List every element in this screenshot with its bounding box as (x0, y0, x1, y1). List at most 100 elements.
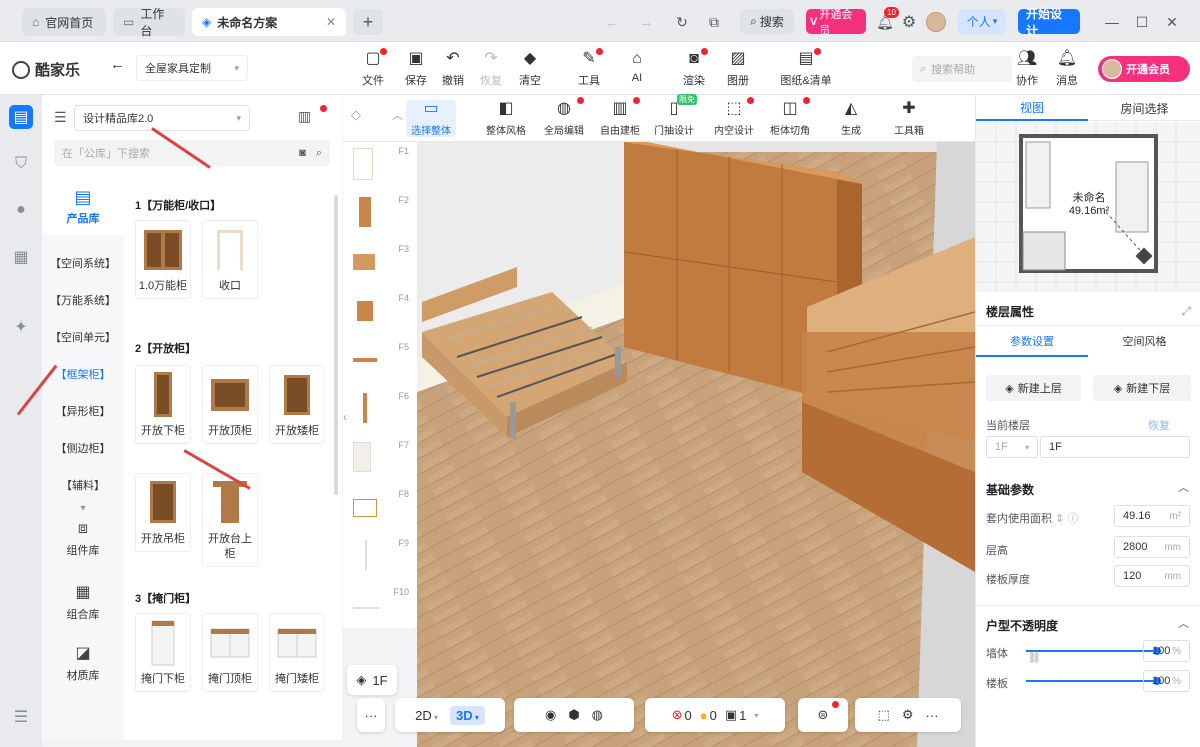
area-input[interactable]: 49.16 m² (1114, 505, 1190, 527)
tool-chamfer[interactable]: ◫ 柜体切角 (765, 97, 815, 137)
floor-thumbnail[interactable]: F5 (343, 338, 417, 387)
component-library-tab[interactable]: ⧈ 组件库 (42, 520, 124, 558)
product-card[interactable]: 开放矮柜 (269, 365, 325, 444)
tool-global-edit[interactable]: ◍ 全局编辑 (539, 97, 589, 137)
tab-params[interactable]: 参数设置 (976, 333, 1088, 357)
close-tab-icon[interactable]: ✕ (326, 15, 336, 29)
refresh-icon[interactable]: ↻ (670, 9, 694, 35)
product-card[interactable]: 开放吊柜 (135, 473, 191, 552)
toolbar-redo-button[interactable]: ↷ 恢复 (472, 50, 510, 88)
chevron-up-icon[interactable]: ︿ (1178, 615, 1189, 631)
toolbar-save-button[interactable]: ▣ 保存 (397, 50, 435, 88)
tool-toolbox[interactable]: ✚ 工具箱 (884, 100, 934, 137)
tool-style[interactable]: ◧ 整体风格 (481, 100, 531, 137)
tool-door-drawer[interactable]: ▯ 门抽设计 限免 (649, 94, 699, 137)
start-design-button[interactable]: 开始设计 (1018, 7, 1080, 38)
tab-room-select[interactable]: 房间选择 (1088, 95, 1200, 121)
minimize-icon[interactable]: — (1102, 9, 1122, 35)
expand-icon[interactable]: ⤢ (1181, 304, 1191, 319)
vip-upgrade-button[interactable]: 开通会员 (1098, 56, 1190, 82)
toolbar-eraser-button[interactable]: ◆ 清空 (511, 50, 549, 88)
wall-opacity-input[interactable]: 100% (1143, 640, 1190, 662)
product-card[interactable]: 1.0万能柜 (135, 220, 191, 299)
more-options-button[interactable]: ··· (357, 698, 385, 732)
floor-thumbnail[interactable]: F8 (343, 485, 417, 534)
product-card[interactable]: 掩门下柜 (135, 613, 191, 692)
panel-toggle-icon[interactable]: ☰ (9, 705, 33, 729)
list-view-icon[interactable]: ☰ (54, 109, 67, 126)
product-card[interactable]: 开放顶柜 (202, 365, 258, 444)
view-2d-button[interactable]: 2D ▾ (415, 708, 438, 723)
search-button[interactable]: ⌕ 搜索 (740, 9, 794, 34)
floor-thumbnail[interactable]: F1 (343, 142, 417, 191)
product-library-tab[interactable]: ▤ 产品库 (42, 175, 124, 235)
category-item[interactable]: 【异形柜】 (42, 403, 124, 419)
toolbar-ai-button[interactable]: ⌂ AI (618, 50, 656, 84)
link-icon[interactable]: ⛓ (1028, 653, 1041, 664)
copy-icon[interactable]: ⧉ (702, 9, 726, 35)
toolbar-camera-button[interactable]: ◙ 渲染 (675, 48, 713, 88)
category-item[interactable]: 【空间系统】 (42, 255, 124, 271)
eye-icon[interactable]: ◉ (545, 707, 556, 723)
grid-view-icon[interactable]: ▥ (298, 108, 311, 125)
floor-name-input[interactable]: 1F (1040, 436, 1190, 458)
maximize-icon[interactable]: ☐ (1132, 9, 1152, 35)
puzzle-icon[interactable]: ✦ (9, 315, 33, 339)
cabinet-icon[interactable]: ▦ (9, 245, 33, 269)
settings-gear-icon[interactable]: ⚙ (898, 9, 920, 35)
settings-gear-icon[interactable]: ⚙ (902, 707, 914, 723)
tool-select[interactable]: ▭ 选择整体 (406, 100, 456, 137)
snap-icon[interactable]: ⬚ (878, 707, 890, 723)
tab-space-style[interactable]: 空间风格 (1088, 333, 1200, 357)
category-item[interactable]: 【辅料】 (42, 477, 124, 493)
chevron-up-icon[interactable]: ︿ (392, 107, 403, 123)
category-item[interactable]: 【侧边柜】 (42, 440, 124, 456)
toolbar-undo-button[interactable]: ↶ 撤销 (434, 50, 472, 88)
help-search-input[interactable]: ⌕ 搜索帮助 (912, 56, 1012, 82)
forward-icon[interactable]: → (634, 9, 658, 35)
new-upper-floor-button[interactable]: ◈ 新建上层 (986, 375, 1081, 401)
compass-icon[interactable]: ◍ (592, 707, 603, 723)
floor-plan-minimap[interactable]: 未命名 49.16m² (976, 122, 1200, 292)
floor-select[interactable]: 1F ▾ (986, 436, 1038, 458)
search-icon[interactable]: ⌕ (316, 147, 322, 160)
restore-link[interactable]: 恢复 (1148, 417, 1170, 433)
scrollbar[interactable] (334, 195, 338, 495)
view-3d-button[interactable]: 3D ▾ (450, 705, 485, 725)
more-icon[interactable]: ··· (925, 708, 938, 723)
toolbar-drawing-list-button[interactable]: ▤ 图纸&清单 (778, 48, 834, 88)
window-close-icon[interactable]: ✕ (1162, 9, 1182, 35)
slab-input[interactable]: 120 mm (1114, 565, 1190, 587)
floor-thumbnail[interactable]: F10 (343, 583, 417, 632)
chevron-up-icon[interactable]: ︿ (1178, 479, 1189, 495)
tag-icon[interactable]: ◇ (351, 107, 361, 123)
floor-thumbnail[interactable]: F4 (343, 289, 417, 338)
user-icon[interactable]: ● (9, 198, 33, 222)
message-button[interactable]: 🔔︎ 消息 (1048, 50, 1086, 88)
tool-build-cabinet[interactable]: ▥ 自由建柜 (595, 97, 645, 137)
toggle-button[interactable]: ⊜ (798, 698, 848, 732)
floor-thumbnail[interactable]: F9 (343, 534, 417, 583)
wall-opacity-slider[interactable] (1026, 647, 1161, 655)
new-lower-floor-button[interactable]: ◈ 新建下层 (1093, 375, 1191, 401)
product-card[interactable]: 掩门矮柜 (269, 613, 325, 692)
camera-search-icon[interactable]: ◙ (299, 147, 306, 159)
floor-opacity-input[interactable]: 100% (1143, 670, 1190, 692)
tab-workspace[interactable]: ▭ 工作台 (113, 7, 185, 38)
floor-opacity-slider[interactable] (1026, 677, 1161, 685)
cube-icon[interactable]: ⬢ (568, 707, 579, 723)
combo-library-tab[interactable]: ▦ 组合库 (42, 582, 124, 622)
toolbar-file-button[interactable]: ▢ 文件 (354, 48, 392, 88)
new-tab-button[interactable]: + (353, 9, 383, 35)
tab-home[interactable]: ⌂ 官网首页 (22, 8, 106, 36)
floor-switcher[interactable]: ◈ 1F (347, 665, 397, 695)
floor-thumbnail[interactable]: F7 (343, 436, 417, 485)
product-card[interactable]: 收口 (202, 220, 258, 299)
avatar[interactable] (926, 12, 946, 32)
floor-thumbnail[interactable]: F2 (343, 191, 417, 240)
3d-viewport[interactable] (417, 142, 975, 747)
floor-thumbnail[interactable]: F6 (343, 387, 417, 436)
material-library-tab[interactable]: ◪ 材质库 (42, 643, 124, 683)
toolbar-album-button[interactable]: ▨ 图册 (719, 50, 757, 88)
personal-dropdown[interactable]: 个人 ▾ (958, 9, 1006, 34)
